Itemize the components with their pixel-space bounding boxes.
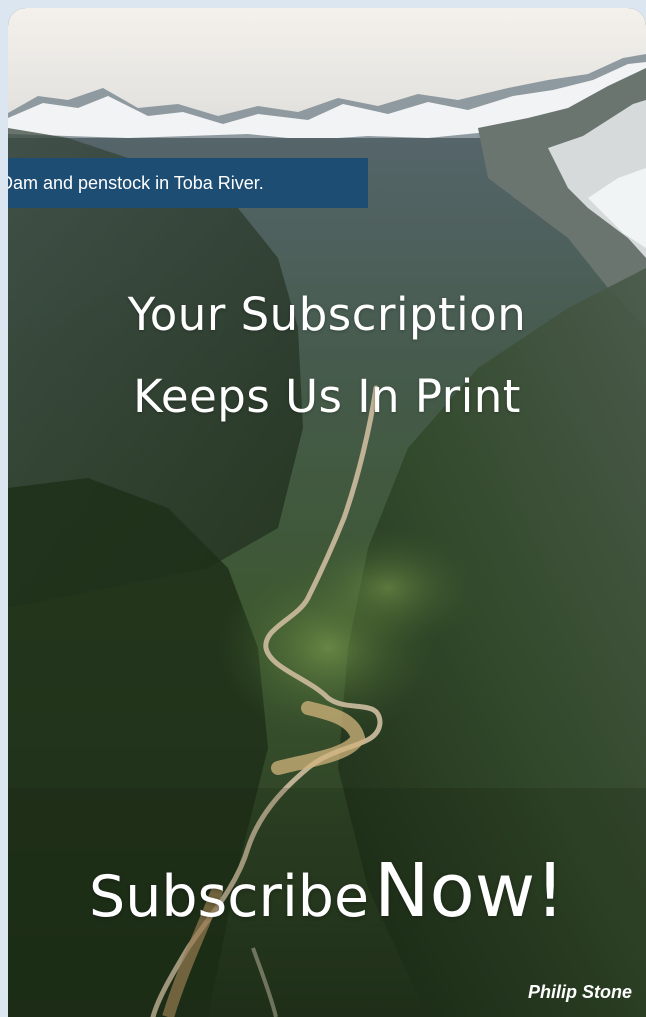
headline-line-1: Your Subscription [127, 288, 527, 341]
photo-credit: Philip Stone [527, 982, 632, 1002]
cta-subscribe-text: Subscribe [89, 864, 370, 930]
photo-caption: Dam and penstock in Toba River. [8, 158, 368, 208]
photo-caption-text: Dam and penstock in Toba River. [8, 173, 264, 193]
subscribe-now-link[interactable]: Subscribe Now! [8, 848, 646, 934]
cta-now-text: Now! [374, 848, 565, 934]
headline-line-2: Keeps Us In Print [133, 370, 521, 423]
